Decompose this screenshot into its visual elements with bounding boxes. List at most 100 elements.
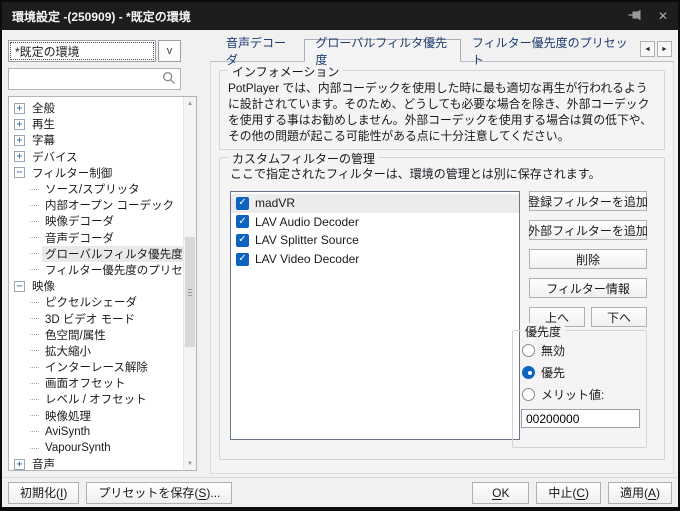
filter-name: madVR [255, 196, 295, 210]
tree-branch-line [30, 367, 39, 368]
window-title: 環境設定 -(250909) - *既定の環境 [12, 8, 191, 25]
search-input[interactable] [13, 71, 162, 87]
tree-scrollbar[interactable]: ▲ ▼ [183, 97, 196, 470]
filter-row[interactable]: ✓ LAV Audio Decoder [231, 213, 519, 232]
scroll-down-icon[interactable]: ▼ [184, 457, 196, 470]
tab[interactable]: フィルター優先度のプリセット [461, 39, 640, 62]
add-external-filter-button[interactable]: 外部フィルターを追加 [529, 220, 647, 240]
tree-expander-icon[interactable]: − [14, 281, 25, 292]
tree-item[interactable]: 音声デコーダ [9, 230, 183, 246]
tree-expander-icon[interactable]: + [14, 151, 25, 162]
tree-item-label: グローバルフィルタ優先度 [42, 246, 183, 262]
footer-bar: 初期化(I) プリセットを保存(S)... OK 中止(C) 適用(A) [2, 477, 678, 507]
tree-expander-icon[interactable]: + [14, 459, 25, 470]
profile-dropdown-button[interactable]: v [158, 40, 181, 62]
tree-item[interactable]: + 再生 [9, 116, 183, 132]
tree-item-label: インターレース解除 [42, 359, 151, 375]
filter-action-buttons: 登録フィルターを追加 外部フィルターを追加 削除 フィルター情報 上へ 下へ [529, 191, 647, 327]
tree-item-label: ピクセルシェーダ [42, 294, 140, 310]
tree-item[interactable]: 映像デコーダ [9, 213, 183, 229]
tree-item-label: 内部オープン コーデック [42, 197, 177, 213]
profile-combobox[interactable]: *既定の環境 [8, 40, 156, 62]
tree-branch-line [30, 399, 39, 400]
tree-item[interactable]: + 音声 [9, 456, 183, 470]
tree-item-label: 音声 [29, 456, 58, 470]
tab[interactable]: グローバルフィルタ優先度 [304, 39, 461, 62]
tree-item-label: フィルター制御 [29, 165, 115, 181]
radio-icon[interactable] [522, 344, 535, 357]
checkbox-checked-icon[interactable]: ✓ [236, 215, 249, 228]
tree-expander-icon[interactable]: + [14, 135, 25, 146]
tree-branch-line [30, 189, 39, 190]
filter-list[interactable]: ✓ madVR ✓ LAV Audio Decoder ✓ LAV Splitt… [230, 191, 520, 440]
tree-item[interactable]: インターレース解除 [9, 359, 183, 375]
tree-item[interactable]: 3D ビデオ モード [9, 310, 183, 326]
filter-info-button[interactable]: フィルター情報 [529, 278, 647, 298]
tree-expander-icon[interactable]: + [14, 103, 25, 114]
filter-row[interactable]: ✓ LAV Video Decoder [231, 250, 519, 269]
titlebar[interactable]: 環境設定 -(250909) - *既定の環境 ✕ [2, 2, 678, 30]
save-preset-button[interactable]: プリセットを保存(S)... [86, 482, 232, 504]
tab[interactable]: 音声デコーダ [215, 39, 304, 62]
ok-button[interactable]: OK [472, 482, 529, 504]
tree-item-label: 映像デコーダ [42, 213, 117, 229]
scroll-up-icon[interactable]: ▲ [184, 97, 196, 110]
tree-item-label: 色空間/属性 [42, 327, 109, 343]
checkbox-checked-icon[interactable]: ✓ [236, 253, 249, 266]
merit-value-input[interactable] [521, 409, 640, 428]
tree-item[interactable]: 画面オフセット [9, 375, 183, 391]
radio-icon[interactable] [522, 388, 535, 401]
tree-item[interactable]: ピクセルシェーダ [9, 294, 183, 310]
tree-search-box[interactable] [8, 68, 181, 90]
cancel-button[interactable]: 中止(C) [536, 482, 601, 504]
priority-option[interactable]: メリット値: [513, 383, 646, 405]
tree-item[interactable]: AviSynth [9, 424, 183, 440]
radio-icon[interactable] [522, 366, 535, 379]
reset-button[interactable]: 初期化(I) [8, 482, 79, 504]
tree-branch-line [30, 383, 39, 384]
tree-item[interactable]: レベル / オフセット [9, 391, 183, 407]
tree-item-label: 字幕 [29, 132, 58, 148]
checkbox-checked-icon[interactable]: ✓ [236, 197, 249, 210]
tree-item[interactable]: グローバルフィルタ優先度 [9, 246, 183, 262]
move-down-button[interactable]: 下へ [591, 307, 647, 327]
tree-branch-line [30, 269, 39, 270]
tree-item-label: VapourSynth [42, 442, 114, 454]
filter-name: LAV Video Decoder [255, 252, 359, 266]
add-registered-filter-button[interactable]: 登録フィルターを追加 [529, 191, 647, 211]
tree-item[interactable]: + 字幕 [9, 132, 183, 148]
priority-option[interactable]: 無効 [513, 339, 646, 361]
tree-item[interactable]: ソース/スプリッタ [9, 181, 183, 197]
checkbox-checked-icon[interactable]: ✓ [236, 234, 249, 247]
tree-item-label: 映像 [29, 278, 58, 294]
tree-item[interactable]: + デバイス [9, 149, 183, 165]
filter-row[interactable]: ✓ madVR [231, 194, 519, 213]
tree-branch-line [30, 350, 39, 351]
priority-option-label: 優先 [541, 364, 565, 381]
filter-name: LAV Audio Decoder [255, 215, 359, 229]
tree-item[interactable]: フィルター優先度のプリセット [9, 262, 183, 278]
scrollbar-thumb[interactable] [185, 237, 195, 347]
delete-filter-button[interactable]: 削除 [529, 249, 647, 269]
tree-item[interactable]: − 映像 [9, 278, 183, 294]
tree-item[interactable]: 色空間/属性 [9, 327, 183, 343]
close-icon[interactable]: ✕ [658, 10, 668, 22]
tab-scroll-left-icon[interactable]: ◄ [640, 41, 655, 57]
priority-option[interactable]: 優先 [513, 361, 646, 383]
filter-name: LAV Splitter Source [255, 233, 359, 247]
tree-branch-line [30, 318, 39, 319]
apply-button[interactable]: 適用(A) [608, 482, 672, 504]
tab-scroll-right-icon[interactable]: ► [657, 41, 672, 57]
tree-expander-icon[interactable]: − [14, 167, 25, 178]
tree-item[interactable]: 拡大縮小 [9, 343, 183, 359]
tree-branch-line [30, 431, 39, 432]
filter-row[interactable]: ✓ LAV Splitter Source [231, 231, 519, 250]
tree-item[interactable]: + 全般 [9, 100, 183, 116]
tree-item[interactable]: − フィルター制御 [9, 165, 183, 181]
tree-item-label: デバイス [29, 149, 81, 165]
pin-icon[interactable] [627, 8, 642, 25]
tree-item[interactable]: VapourSynth [9, 440, 183, 456]
tree-item[interactable]: 内部オープン コーデック [9, 197, 183, 213]
tree-item[interactable]: 映像処理 [9, 408, 183, 424]
tree-expander-icon[interactable]: + [14, 119, 25, 130]
